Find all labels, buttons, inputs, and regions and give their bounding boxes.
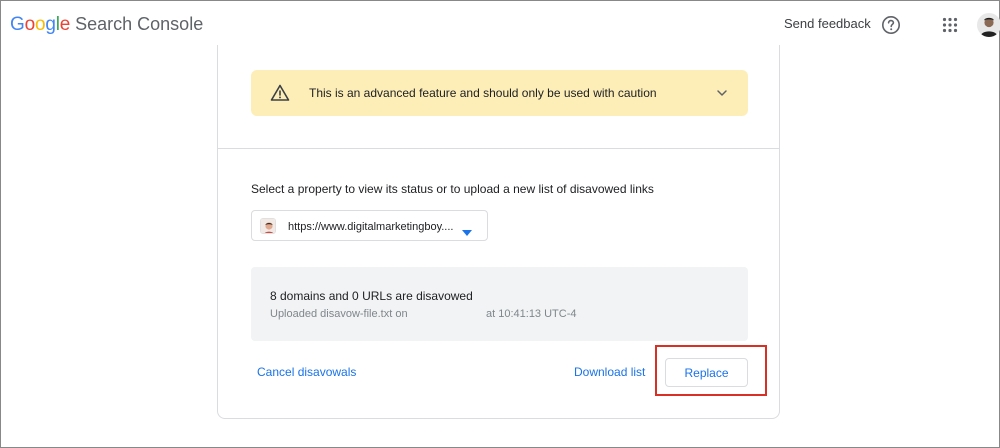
- disavow-status-panel: 8 domains and 0 URLs are disavowed Uploa…: [251, 267, 748, 341]
- download-list-button[interactable]: Download list: [574, 365, 645, 379]
- replace-button[interactable]: Replace: [665, 358, 748, 387]
- selected-property-url: https://www.digitalmarketingboy....: [288, 221, 454, 233]
- send-feedback-link[interactable]: Send feedback: [784, 16, 871, 31]
- property-dropdown[interactable]: https://www.digitalmarketingboy....: [251, 210, 488, 241]
- disavow-summary: 8 domains and 0 URLs are disavowed: [270, 289, 473, 303]
- upload-time: at 10:41:13 UTC-4: [486, 308, 577, 320]
- apps-grid-icon[interactable]: [942, 17, 958, 33]
- help-icon[interactable]: [881, 15, 901, 35]
- search-console-logo[interactable]: Google Search Console: [10, 14, 203, 38]
- site-favicon: [260, 218, 276, 234]
- disavow-card: This is an advanced feature and should o…: [217, 45, 780, 419]
- section-divider: [218, 148, 779, 149]
- chevron-down-icon[interactable]: [715, 86, 729, 100]
- warning-triangle-icon: [270, 83, 290, 103]
- top-app-bar: Google Search Console Send feedback: [1, 1, 1000, 49]
- upload-info: Uploaded disavow-file.txt on: [270, 308, 408, 320]
- google-wordmark: Google: [10, 14, 71, 35]
- caution-banner[interactable]: This is an advanced feature and should o…: [251, 70, 748, 116]
- account-avatar[interactable]: [977, 13, 1000, 37]
- property-select-label: Select a property to view its status or …: [251, 182, 654, 196]
- caution-text: This is an advanced feature and should o…: [309, 86, 657, 100]
- caret-down-icon: [462, 223, 472, 236]
- product-name: Search Console: [75, 14, 204, 34]
- cancel-disavowals-button[interactable]: Cancel disavowals: [257, 365, 356, 379]
